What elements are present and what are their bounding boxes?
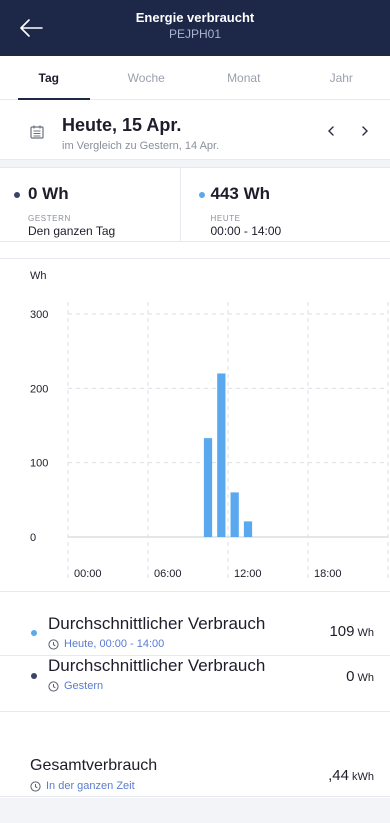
chart-svg: Wh 0 100 200 300 00:00 06:00 12:00 18:00: [30, 270, 389, 581]
next-day-button[interactable]: [356, 122, 374, 140]
today-time: 00:00 - 14:00: [210, 224, 282, 238]
clock-icon: [30, 780, 41, 792]
y-tick-label: 0: [30, 532, 36, 544]
y-tick-label: 100: [30, 458, 48, 470]
y-axis-unit-label: Wh: [30, 270, 47, 282]
today-summary: 443 Wh HEUTE 00:00 - 14:00: [179, 168, 390, 241]
page-title: Energie verbraucht: [135, 10, 255, 25]
yesterday-time: Den ganzen Tag: [28, 224, 116, 238]
x-tick-label: 06:00: [154, 568, 182, 580]
device-id: PEJPH01: [168, 27, 222, 41]
yesterday-value: 0 Wh: [28, 184, 69, 203]
x-tick-label: 12:00: [234, 568, 262, 580]
y-tick-label: 300: [30, 309, 48, 321]
bottom-divider: [0, 798, 390, 823]
stat-subtitle: Heute, 00:00 - 14:00: [64, 638, 165, 650]
today-value: 443 Wh: [210, 184, 271, 203]
yesterday-legend-dot: [31, 673, 37, 679]
today-legend-dot: [198, 192, 205, 198]
tab-tag[interactable]: Tag: [0, 56, 98, 99]
chart-bar: [217, 373, 226, 537]
average-today-row[interactable]: Durchschnittlicher Verbrauch Heute, 00:0…: [0, 595, 390, 656]
chart-bar: [203, 438, 213, 537]
average-yesterday-row[interactable]: Durchschnittlicher Verbrauch Gestern 0 Wh: [0, 656, 390, 712]
consumption-chart: Wh 0 100 200 300 00:00 06:00 12:00 18:00: [0, 258, 390, 592]
today-label: HEUTE: [210, 214, 241, 223]
stat-value: 0 Wh: [346, 668, 374, 685]
total-consumption-row[interactable]: Gesamtverbrauch In der ganzen Zeit ,44 kW…: [0, 713, 390, 797]
yesterday-legend-dot: [14, 192, 20, 198]
x-tick-label: 00:00: [74, 568, 102, 580]
comparison-summary: 0 Wh GESTERN Den ganzen Tag 443 Wh HEUTE…: [0, 168, 390, 242]
yesterday-summary: 0 Wh GESTERN Den ganzen Tag: [0, 168, 180, 241]
section-divider: [0, 160, 390, 168]
selected-date: Heute, 15 Apr.: [62, 115, 182, 135]
today-legend-dot: [31, 630, 37, 636]
stat-title: Gesamtverbrauch: [30, 757, 158, 774]
chart-bar: [230, 492, 239, 537]
clock-icon: [48, 680, 59, 692]
chart-bar: [243, 521, 253, 537]
date-selector: Heute, 15 Apr. im Vergleich zu Gestern, …: [0, 100, 390, 160]
tab-jahr[interactable]: Jahr: [293, 56, 390, 99]
tab-woche[interactable]: Woche: [98, 56, 196, 99]
period-tabs: Tag Woche Monat Jahr: [0, 56, 390, 100]
comparison-date: im Vergleich zu Gestern, 14 Apr.: [62, 140, 220, 152]
tab-monat[interactable]: Monat: [195, 56, 293, 99]
x-tick-label: 18:00: [314, 568, 342, 580]
clock-icon: [48, 638, 59, 650]
stat-value: ,44 kWh: [328, 767, 374, 784]
stat-subtitle: Gestern: [64, 680, 104, 692]
y-tick-label: 200: [30, 383, 48, 395]
stat-value: 109 Wh: [329, 623, 374, 640]
stat-subtitle: In der ganzen Zeit: [46, 780, 135, 792]
app-header: Energie verbraucht PEJPH01: [0, 0, 390, 56]
stat-title: Durchschnittlicher Verbrauch: [48, 656, 266, 675]
yesterday-label: GESTERN: [28, 214, 71, 223]
calendar-icon: [30, 125, 44, 139]
previous-day-button[interactable]: [322, 122, 340, 140]
stat-title: Durchschnittlicher Verbrauch: [48, 614, 266, 633]
